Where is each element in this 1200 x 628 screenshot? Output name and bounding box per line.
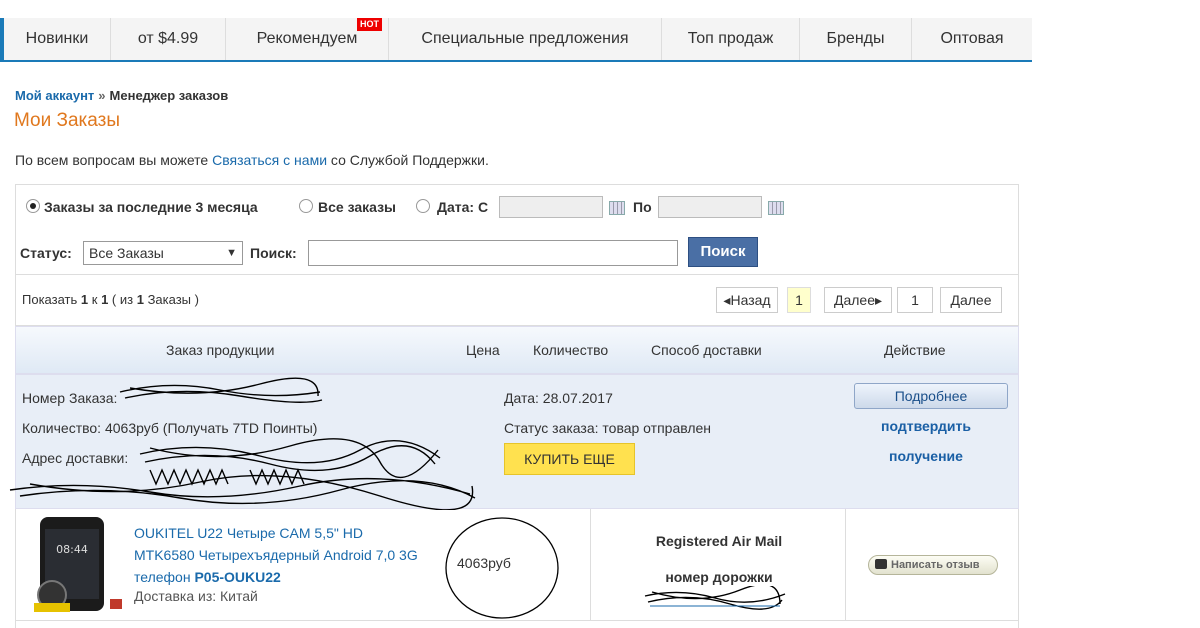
buy-again-button[interactable]: КУПИТЬ ЕЩЕ	[504, 443, 635, 475]
caret-right-icon: ▸	[874, 292, 883, 308]
breadcrumb-my-account-link[interactable]: Мой аккаунт	[15, 88, 94, 103]
status-label: Статус:	[20, 245, 72, 261]
orders-table-header: Заказ продукции Цена Количество Способ д…	[15, 326, 1019, 374]
calendar-icon[interactable]	[609, 201, 625, 215]
write-review-button[interactable]: Написать отзыв	[868, 555, 998, 575]
dropdown-arrow-icon: ▼	[226, 247, 237, 259]
tracking-label: номер дорожки	[665, 569, 773, 585]
order-filter-panel: Заказы за последние 3 месяца Все заказы …	[15, 184, 1019, 274]
nav-item-special-offers[interactable]: Специальные предложения	[389, 18, 662, 60]
nav-item-wholesale[interactable]: Оптовая	[912, 18, 1032, 60]
date-from-input[interactable]	[499, 196, 603, 218]
breadcrumb-separator: »	[98, 88, 106, 103]
search-label: Поиск:	[250, 245, 297, 261]
pager-current-page[interactable]: 1	[787, 287, 811, 313]
breadcrumb-current: Менеджер заказов	[109, 88, 229, 103]
divider	[845, 509, 846, 621]
shipping-address-label: Адрес доставки:	[22, 450, 129, 466]
order-date: Дата: 28.07.2017	[504, 390, 613, 406]
phone-screen-time: 08:44	[56, 543, 88, 556]
column-price: Цена	[466, 342, 500, 358]
nav-item-brands[interactable]: Бренды	[800, 18, 912, 60]
results-count: Показать 1 к 1 ( из 1 Заказы )	[22, 292, 199, 307]
column-shipping: Способ доставки	[651, 342, 762, 358]
speech-bubble-icon	[875, 559, 887, 569]
goto-page-button[interactable]: Далее	[940, 287, 1002, 313]
nav-item-top-sales[interactable]: Топ продаж	[662, 18, 800, 60]
order-summary: Номер Заказа: Количество: 4063руб (Получ…	[15, 374, 1019, 509]
date-to-input[interactable]	[658, 196, 762, 218]
radio-all-orders-label: Все заказы	[318, 199, 397, 215]
product-sku: P05-OUKU22	[194, 569, 281, 585]
radio-date-range-label: Дата: С	[437, 199, 489, 215]
nav-item-from-price[interactable]: от $4.99	[111, 18, 226, 60]
nav-item-recommended[interactable]: Рекомендуем HOT	[226, 18, 389, 60]
top-navigation: Новинки от $4.99 Рекомендуем HOT Специал…	[0, 18, 1032, 62]
product-row: 08:44 OUKITEL U22 Четыре CAM 5,5" HD MTK…	[15, 509, 1019, 621]
order-status: Статус заказа: товар отправлен	[504, 420, 712, 436]
divider	[590, 509, 591, 621]
contact-us-link[interactable]: Связаться с нами	[212, 152, 327, 168]
column-action: Действие	[884, 342, 946, 358]
confirm-receipt-link-line2[interactable]: получение	[889, 448, 963, 464]
search-input[interactable]	[308, 240, 678, 266]
product-thumbnail[interactable]: 08:44	[32, 515, 124, 615]
status-select[interactable]: Все Заказы ▼	[83, 241, 243, 265]
radio-all-orders[interactable]	[299, 199, 313, 213]
confirm-receipt-link[interactable]: подтвердить	[881, 418, 971, 434]
pagination-bar: Показать 1 к 1 ( из 1 Заказы ) ◂Назад 1 …	[15, 274, 1019, 326]
radio-last-3-months[interactable]	[26, 199, 40, 213]
pager-next-button[interactable]: Далее▸	[824, 287, 892, 313]
product-price: 4063руб	[457, 555, 511, 571]
ship-from: Доставка из: Китай	[134, 588, 258, 604]
support-text: По всем вопросам вы можете Связаться с н…	[15, 152, 489, 168]
product-title-link[interactable]: OUKITEL U22 Четыре CAM 5,5" HD MTK6580 Ч…	[134, 522, 444, 588]
pager-back-button[interactable]: ◂Назад	[716, 287, 778, 313]
order-number-label: Номер Заказа:	[22, 390, 118, 406]
page-title: Мои Заказы	[14, 110, 120, 131]
details-button[interactable]: Подробнее	[854, 383, 1008, 409]
hot-badge: HOT	[357, 18, 382, 31]
goto-page-input[interactable]: 1	[897, 287, 933, 313]
search-button[interactable]: Поиск	[688, 237, 758, 267]
next-row-stub	[15, 620, 1019, 628]
order-amount: Количество: 4063руб (Получать 7TD Поинты…	[22, 420, 318, 436]
radio-date-range[interactable]	[416, 199, 430, 213]
nav-item-new[interactable]: Новинки	[4, 18, 111, 60]
column-product: Заказ продукции	[166, 342, 275, 358]
date-to-label: По	[633, 199, 652, 215]
radio-last-3-months-label: Заказы за последние 3 месяца	[44, 199, 258, 215]
column-quantity: Количество	[533, 342, 609, 358]
shipping-method: Registered Air Mail	[655, 533, 783, 549]
breadcrumb: Мой аккаунт » Менеджер заказов	[15, 88, 228, 103]
calendar-icon[interactable]	[768, 201, 784, 215]
